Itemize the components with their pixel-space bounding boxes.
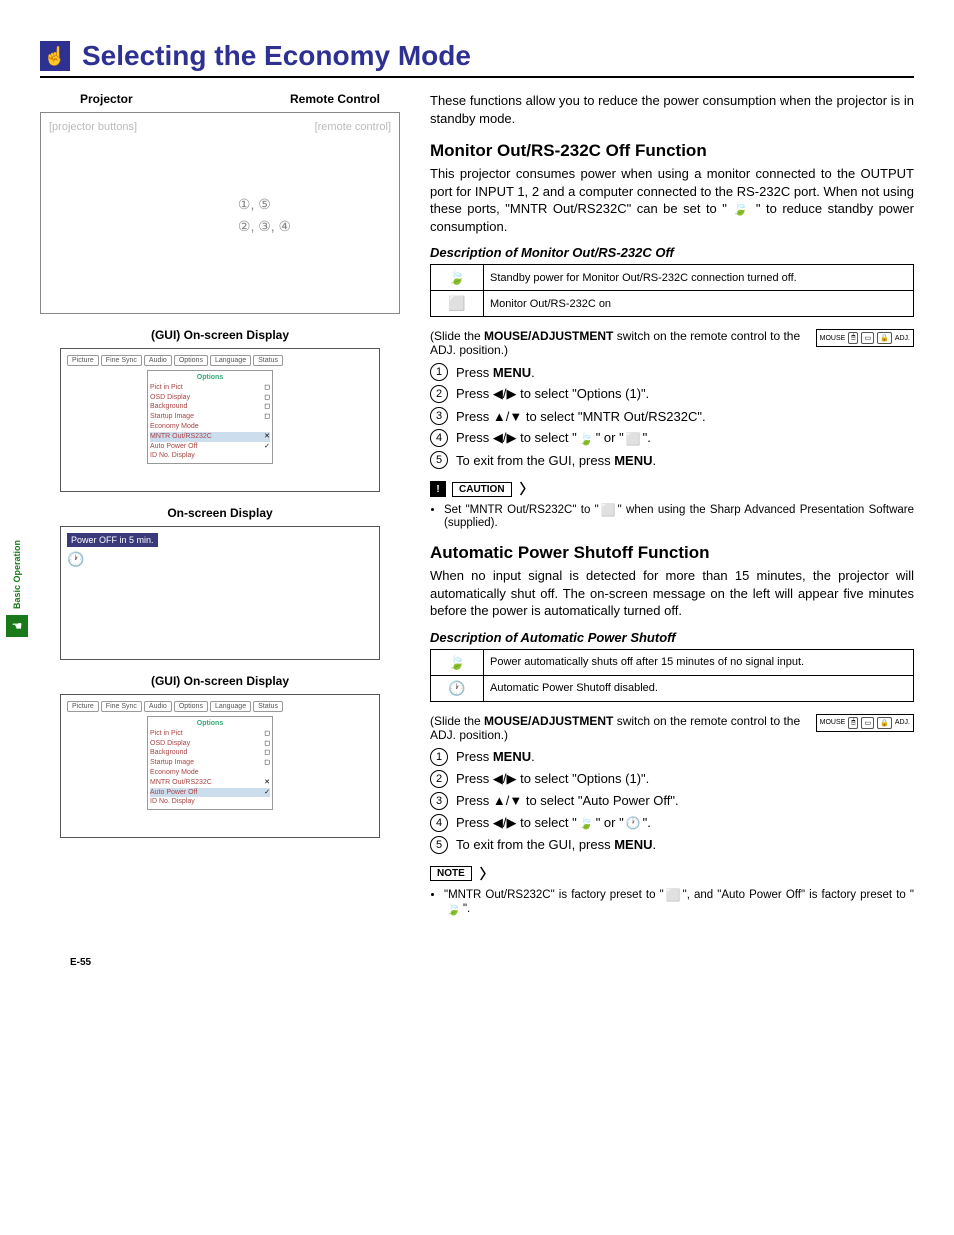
note-text: "MNTR Out/RS232C" is factory preset to "… [444, 888, 914, 916]
osd-menu-item: MNTR Out/RS232C✕ [150, 432, 270, 442]
clock-icon: 🕐 [67, 551, 373, 568]
section1-row2: Monitor Out/RS-232C on [484, 291, 914, 317]
callout-2-3-4: ②, ③, ④ [238, 215, 291, 237]
section1-steps: 1Press MENU. 2Press / to select "Options… [430, 363, 914, 469]
osd-tab: Audio [144, 355, 172, 366]
osd-menu-item: OSD Display◻ [150, 393, 270, 403]
section2-row1: Power automatically shuts off after 15 m… [484, 649, 914, 675]
osd-menu-item: Pict in Pict◻ [150, 729, 270, 739]
osd-tab: Fine Sync [101, 355, 142, 366]
osd-menu-item: Startup Image◻ [150, 758, 270, 768]
section1-desc-heading: Description of Monitor Out/RS-232C Off [430, 245, 914, 260]
osd-tab: Fine Sync [101, 701, 142, 712]
osd-menu-item: Auto Power Off✓ [150, 442, 270, 452]
osd-menu-item: OSD Display◻ [150, 739, 270, 749]
remote-label: Remote Control [290, 92, 380, 106]
osd-menu-item: Background◻ [150, 402, 270, 412]
caution-text: Set "MNTR Out/RS232C" to "⬜" when using … [444, 503, 914, 529]
section1-body: This projector consumes power when using… [430, 165, 914, 235]
caution-label: CAUTION [452, 482, 512, 497]
leaf-icon: 🍃 [431, 265, 484, 291]
section2-desc-heading: Description of Automatic Power Shutoff [430, 630, 914, 645]
title-row: ☝ Selecting the Economy Mode [40, 40, 914, 78]
slide-text-1: (Slide the MOUSE/ADJUSTMENT switch on th… [430, 329, 808, 357]
osd-tab: Language [210, 701, 251, 712]
osd-menu-item: MNTR Out/RS232C✕ [150, 778, 270, 788]
osd-menu-title-1: Options [150, 373, 270, 383]
osd-menu-item: Auto Power Off✓ [150, 788, 270, 798]
section1-row1: Standby power for Monitor Out/RS-232C co… [484, 265, 914, 291]
page-number: E-55 [70, 957, 91, 968]
osd-menu-item: Economy Mode [150, 768, 270, 778]
mouse-label-2: MOUSE [820, 719, 846, 726]
leaf-icon: 🍃 [431, 649, 484, 675]
osd-tab: Picture [67, 355, 99, 366]
osd-menu-item: ID No. Display [150, 797, 270, 807]
adj-label-2: ADJ. [895, 719, 910, 726]
osd-menu-item: Pict in Pict◻ [150, 383, 270, 393]
note-label: NOTE [430, 866, 472, 881]
onscreen-label: On-screen Display [40, 506, 400, 520]
mouse-adj-switch-1: MOUSE 🖱▭🔒 ADJ. [816, 329, 914, 347]
osd-tab: Options [174, 701, 208, 712]
osd-menu-item: Background◻ [150, 748, 270, 758]
intro-text: These functions allow you to reduce the … [430, 92, 914, 127]
gui-osd-1: PictureFine SyncAudioOptionsLanguageStat… [60, 348, 380, 492]
page-title: Selecting the Economy Mode [82, 40, 471, 72]
mouse-adj-switch-2: MOUSE 🖱▭🔒 ADJ. [816, 714, 914, 732]
osd-tab: Language [210, 355, 251, 366]
adj-label: ADJ. [895, 335, 910, 342]
section2-heading: Automatic Power Shutoff Function [430, 543, 914, 563]
section2-row2: Automatic Power Shutoff disabled. [484, 675, 914, 701]
clock-icon: 🕐 [431, 675, 484, 701]
hand-icon: ☚ [6, 615, 28, 637]
poweroff-osd: Power OFF in 5 min. 🕐 [60, 526, 380, 660]
osd-menu-item: Economy Mode [150, 422, 270, 432]
note-row: NOTE 〉 [430, 864, 914, 884]
section1-heading: Monitor Out/RS-232C Off Function [430, 141, 914, 161]
osd-menu-item: ID No. Display [150, 451, 270, 461]
step-callouts: ①, ⑤ ②, ③, ④ [238, 193, 291, 238]
section2-table: 🍃 Power automatically shuts off after 15… [430, 649, 914, 702]
side-tab: Basic Operation ☚ [6, 540, 28, 637]
caution-row: ! CAUTION 〉 [430, 479, 914, 499]
callout-1-5: ①, ⑤ [238, 193, 291, 215]
projector-label: Projector [80, 92, 133, 106]
gui-osd-label-1: (GUI) On-screen Display [40, 328, 400, 342]
osd-tab: Status [253, 701, 283, 712]
slide-text-2: (Slide the MOUSE/ADJUSTMENT switch on th… [430, 714, 808, 742]
touch-icon: ☝ [40, 41, 70, 71]
section2-steps: 1Press MENU. 2Press / to select "Options… [430, 748, 914, 854]
warning-icon: ! [430, 481, 446, 497]
projector-remote-diagram: [projector buttons] [remote control] ①, … [40, 112, 400, 314]
gui-osd-label-2: (GUI) On-screen Display [40, 674, 400, 688]
monitor-icon: ⬜ [431, 291, 484, 317]
osd-tab: Options [174, 355, 208, 366]
osd-menu-item: Startup Image◻ [150, 412, 270, 422]
osd-tab: Audio [144, 701, 172, 712]
gui-osd-2: PictureFine SyncAudioOptionsLanguageStat… [60, 694, 380, 838]
side-tab-label: Basic Operation [12, 540, 22, 609]
poweroff-message: Power OFF in 5 min. [67, 533, 158, 547]
osd-menu-title-2: Options [150, 719, 270, 729]
section2-body: When no input signal is detected for mor… [430, 567, 914, 620]
section1-table: 🍃 Standby power for Monitor Out/RS-232C … [430, 264, 914, 317]
mouse-label: MOUSE [820, 335, 846, 342]
osd-tab: Status [253, 355, 283, 366]
osd-tab: Picture [67, 701, 99, 712]
